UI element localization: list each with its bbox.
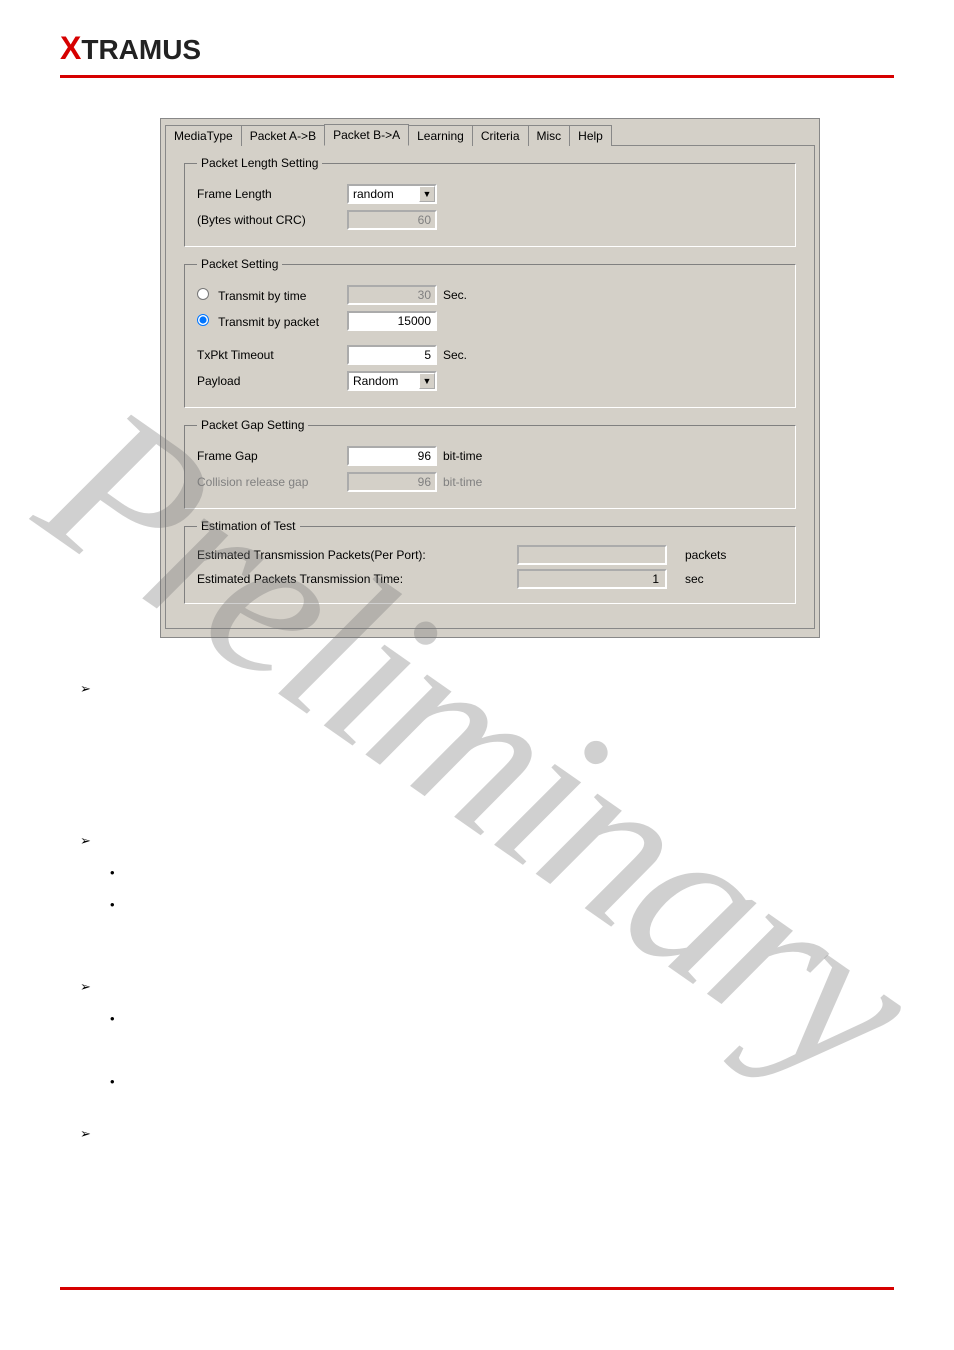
- label-frame-gap: Frame Gap: [197, 449, 347, 463]
- value-est-time: 1: [517, 569, 667, 589]
- label-transmit-by-time: Transmit by time: [218, 289, 306, 303]
- label-collision-gap: Collision release gap: [197, 475, 347, 489]
- group-packet-gap: Packet Gap Setting Frame Gap bit-time Co…: [184, 418, 796, 509]
- tab-help[interactable]: Help: [569, 125, 612, 146]
- unit-bittime-1: bit-time: [443, 449, 482, 463]
- select-payload[interactable]: Random ▼: [347, 371, 437, 391]
- brand-logo: XTRAMUS: [60, 30, 894, 75]
- radio-transmit-by-time[interactable]: [197, 288, 209, 300]
- dot-bullet-icon: •: [110, 1071, 128, 1093]
- select-payload-value: Random: [353, 374, 398, 388]
- input-transmit-by-packet[interactable]: [347, 311, 437, 331]
- unit-sec-2: Sec.: [443, 348, 467, 362]
- label-frame-length: Frame Length: [197, 187, 347, 201]
- dot-bullet-icon: •: [110, 894, 128, 916]
- unit-packets: packets: [685, 548, 726, 562]
- label-txpkt-timeout: TxPkt Timeout: [197, 348, 347, 362]
- chevron-down-icon: ▼: [419, 186, 435, 202]
- footer-divider: [60, 1287, 894, 1290]
- tab-misc[interactable]: Misc: [528, 125, 571, 146]
- input-bytes-wo-crc: [347, 210, 437, 230]
- label-transmit-by-packet: Transmit by packet: [218, 315, 319, 329]
- group-packet-setting: Packet Setting Transmit by time Sec. Tra…: [184, 257, 796, 408]
- value-est-packets: [517, 545, 667, 565]
- input-txpkt-timeout[interactable]: [347, 345, 437, 365]
- logo-rest: TRAMUS: [81, 34, 201, 65]
- legend-packet-gap: Packet Gap Setting: [197, 418, 308, 432]
- group-estimation: Estimation of Test Estimated Transmissio…: [184, 519, 796, 604]
- radio-transmit-by-packet[interactable]: [197, 314, 209, 326]
- label-bytes-wo-crc: (Bytes without CRC): [197, 213, 347, 227]
- select-frame-length-value: random: [353, 187, 394, 201]
- settings-dialog: MediaType Packet A->B Packet B->A Learni…: [160, 118, 820, 638]
- group-packet-length: Packet Length Setting Frame Length rando…: [184, 156, 796, 247]
- dot-bullet-icon: •: [110, 862, 128, 884]
- label-est-packets: Estimated Transmission Packets(Per Port)…: [197, 548, 517, 562]
- body-text: ➢ ➢ • • ➢ • • ➢: [70, 678, 884, 1145]
- unit-sec-1: Sec.: [443, 288, 467, 302]
- unit-bittime-2: bit-time: [443, 475, 482, 489]
- chevron-bullet-icon: ➢: [80, 678, 98, 700]
- chevron-bullet-icon: ➢: [80, 1123, 98, 1145]
- tab-criteria[interactable]: Criteria: [472, 125, 529, 146]
- tab-packet-a-b[interactable]: Packet A->B: [241, 125, 325, 146]
- tab-bar: MediaType Packet A->B Packet B->A Learni…: [161, 119, 819, 145]
- tab-mediatype[interactable]: MediaType: [165, 125, 242, 146]
- input-transmit-by-time: [347, 285, 437, 305]
- label-payload: Payload: [197, 374, 347, 388]
- chevron-bullet-icon: ➢: [80, 976, 98, 998]
- input-frame-gap[interactable]: [347, 446, 437, 466]
- tab-packet-b-a[interactable]: Packet B->A: [324, 124, 409, 146]
- legend-estimation: Estimation of Test: [197, 519, 300, 533]
- header-divider: [60, 75, 894, 78]
- legend-packet-length: Packet Length Setting: [197, 156, 322, 170]
- unit-sec-3: sec: [685, 572, 704, 586]
- dot-bullet-icon: •: [110, 1008, 128, 1030]
- chevron-down-icon: ▼: [419, 373, 435, 389]
- input-collision-gap: [347, 472, 437, 492]
- legend-packet-setting: Packet Setting: [197, 257, 282, 271]
- logo-x: X: [60, 30, 81, 66]
- chevron-bullet-icon: ➢: [80, 830, 98, 852]
- radio-transmit-by-packet-wrap[interactable]: Transmit by packet: [197, 314, 347, 329]
- tab-body: Packet Length Setting Frame Length rando…: [165, 145, 815, 629]
- radio-transmit-by-time-wrap[interactable]: Transmit by time: [197, 288, 347, 303]
- tab-learning[interactable]: Learning: [408, 125, 473, 146]
- label-est-time: Estimated Packets Transmission Time:: [197, 572, 517, 586]
- select-frame-length[interactable]: random ▼: [347, 184, 437, 204]
